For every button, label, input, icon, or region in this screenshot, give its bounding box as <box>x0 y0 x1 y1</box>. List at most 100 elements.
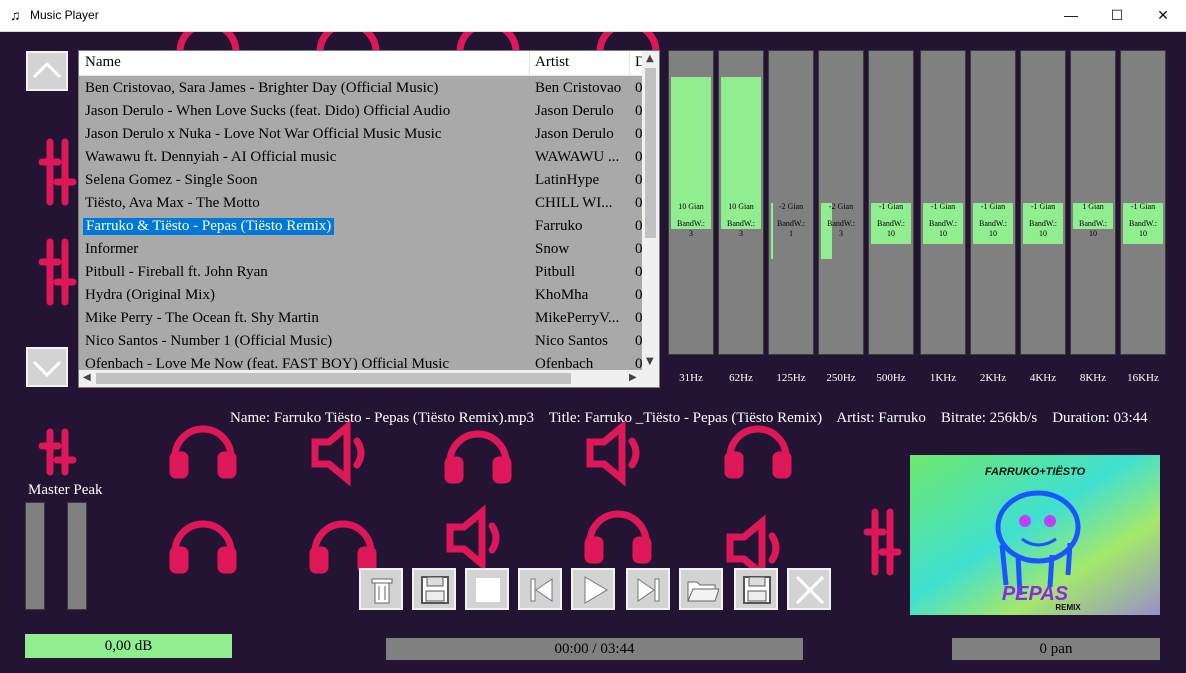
cell-artist: Nico Santos <box>535 333 608 349</box>
title-label: Title: <box>548 410 581 426</box>
eq-band-slider[interactable]: 10 Gian BandW.: 3 <box>718 50 764 355</box>
eq-bandwidth-label: BandW.: <box>929 219 957 228</box>
eq-band-slider[interactable]: 1 Gian BandW.: 10 <box>1070 50 1116 355</box>
speaker-icon <box>311 419 365 487</box>
table-row[interactable]: Nico Santos - Number 1 (Official Music) N… <box>79 330 643 353</box>
table-row[interactable]: Informer Snow 0 <box>79 238 643 261</box>
headphones-icon <box>724 425 792 479</box>
eq-bandwidth-value: 3 <box>689 229 693 238</box>
close-window-button[interactable]: ✕ <box>1140 0 1186 31</box>
album-art: FARRUKO+TIËSTO PEPAS REMIX <box>910 455 1160 615</box>
table-row[interactable]: Wawawu ft. Dennyiah - AI Official music W… <box>79 146 643 169</box>
maximize-button[interactable]: ☐ <box>1094 0 1140 31</box>
headphones-icon <box>176 32 240 56</box>
track-title: Farruko _Tiësto - Pepas (Tiësto Remix) <box>584 410 823 426</box>
play-button[interactable] <box>571 568 615 610</box>
playback-progress[interactable]: 00:00 / 03:44 <box>386 638 803 660</box>
eq-band-slider[interactable]: -1 Gian BandW.: 10 <box>1120 50 1166 355</box>
eq-frequency-label: 62Hz <box>729 372 753 384</box>
cell-artist: Pitbull <box>535 264 576 280</box>
horizontal-scrollbar[interactable]: ◀ ▶ <box>79 370 659 387</box>
eq-band-slider[interactable]: -1 Gian BandW.: 10 <box>868 50 914 355</box>
album-art-image: FARRUKO+TIËSTO PEPAS REMIX <box>910 455 1160 615</box>
save-icon <box>421 576 449 604</box>
eq-bandwidth-value: 10 <box>887 229 895 238</box>
duration-label: Duration: <box>1052 410 1110 426</box>
table-row[interactable]: Hydra (Original Mix) KhoMha 0 <box>79 284 643 307</box>
master-peak-label: Master Peak <box>28 482 103 498</box>
previous-button[interactable] <box>518 568 562 610</box>
eq-band-slider[interactable]: -1 Gian BandW.: 10 <box>1020 50 1066 355</box>
eq-bandwidth-value: 10 <box>989 229 997 238</box>
table-row[interactable]: Ben Cristovao, Sara James - Brighter Day… <box>79 77 643 100</box>
eq-band-slider[interactable]: 10 Gian BandW.: 3 <box>668 50 714 355</box>
scroll-down-button[interactable] <box>26 347 68 387</box>
scrollbar-thumb[interactable] <box>96 373 571 384</box>
cell-artist: Farruko <box>535 218 583 234</box>
vertical-scrollbar[interactable]: ▲ ▼ <box>642 51 659 371</box>
table-row[interactable]: Selena Gomez - Single Soon LatinHype 0 <box>79 169 643 192</box>
table-row[interactable]: Tiësto, Ava Max - The Motto CHILL WI... 0 <box>79 192 643 215</box>
stop-icon <box>476 578 500 602</box>
scrollbar-thumb[interactable] <box>645 68 656 238</box>
player-area: Name Artist D Ben Cristovao, Sara James … <box>0 32 1186 673</box>
scroll-left-arrow-icon[interactable]: ◀ <box>83 372 91 383</box>
next-button[interactable] <box>626 568 670 610</box>
sliders-icon <box>38 138 77 206</box>
eq-band-slider[interactable]: -1 Gian BandW.: 10 <box>920 50 966 355</box>
table-row[interactable]: Mike Perry - The Ocean ft. Shy Martin Mik… <box>79 307 643 330</box>
eq-bandwidth-label: BandW.: <box>1129 219 1157 228</box>
table-row[interactable]: Jason Derulo x Nuka - Love Not War Offic… <box>79 123 643 146</box>
save-playlist-icon <box>743 576 771 604</box>
pan-control[interactable]: 0 pan <box>952 638 1160 660</box>
scroll-down-arrow-icon[interactable]: ▼ <box>646 356 654 367</box>
save-playlist-button[interactable] <box>734 568 778 610</box>
delete-button[interactable] <box>359 568 403 610</box>
track-artist: Farruko <box>878 410 926 426</box>
speaker-icon <box>586 419 640 487</box>
eq-frequency-label: 4KHz <box>1029 372 1057 384</box>
scroll-up-button[interactable] <box>26 51 68 91</box>
open-folder-button[interactable] <box>679 568 723 610</box>
sliders-icon <box>863 508 902 576</box>
eq-band-slider[interactable]: -2 Gian BandW.: 1 <box>768 50 814 355</box>
save-button[interactable] <box>412 568 456 610</box>
chevron-down-icon <box>32 360 62 378</box>
minimize-button[interactable]: — <box>1048 0 1094 31</box>
album-art-top-text: FARRUKO+TIËSTO <box>985 465 1086 478</box>
cell-name: Informer <box>85 241 139 257</box>
table-row[interactable]: Farruko & Tiësto - Pepas (Tiësto Remix) F… <box>79 215 643 238</box>
eq-gain-text: -2 Gian <box>828 202 854 211</box>
stop-button[interactable] <box>465 568 509 610</box>
track-bitrate: 256kb/s <box>989 410 1038 426</box>
eq-band-slider[interactable]: -1 Gian BandW.: 10 <box>970 50 1016 355</box>
open-folder-icon <box>687 581 719 602</box>
cell-name: Farruko & Tiësto - Pepas (Tiësto Remix) <box>83 218 335 235</box>
playlist-table[interactable]: Name Artist D Ben Cristovao, Sara James … <box>78 50 660 388</box>
sliders-icon <box>38 238 77 306</box>
eq-bandwidth-label: BandW.: <box>979 219 1007 228</box>
eq-frequency-label: 500Hz <box>876 372 906 384</box>
close-track-button[interactable] <box>787 568 831 610</box>
scroll-up-arrow-icon[interactable]: ▲ <box>646 53 654 64</box>
eq-gain-text: -1 Gian <box>1030 202 1056 211</box>
cell-name: Hydra (Original Mix) <box>85 287 215 303</box>
album-art-title: PEPAS <box>1002 583 1069 605</box>
table-row[interactable]: Jason Derulo - When Love Sucks (feat. Di… <box>79 100 643 123</box>
track-file-name: Farruko Tiësto - Pepas (Tiësto Remix).mp… <box>273 410 535 426</box>
eq-bandwidth-label: BandW.: <box>777 219 805 228</box>
table-row[interactable]: Pitbull - Fireball ft. John Ryan Pitbull 0 <box>79 261 643 284</box>
scroll-right-arrow-icon[interactable]: ▶ <box>629 372 637 383</box>
eq-bandwidth-label: BandW.: <box>1079 219 1107 228</box>
eq-band-slider[interactable]: -2 Gian BandW.: 3 <box>818 50 864 355</box>
headphones-icon <box>316 32 380 56</box>
column-header-name[interactable]: Name <box>85 54 121 71</box>
headphones-icon <box>596 32 660 56</box>
name-label: Name: <box>230 410 270 426</box>
eq-gain-text: -1 Gian <box>878 202 904 211</box>
close-icon <box>795 575 825 605</box>
cell-artist: Snow <box>535 241 570 257</box>
column-header-artist[interactable]: Artist <box>535 54 569 71</box>
cell-artist: Jason Derulo <box>535 103 614 119</box>
eq-bandwidth-value: 10 <box>1039 229 1047 238</box>
